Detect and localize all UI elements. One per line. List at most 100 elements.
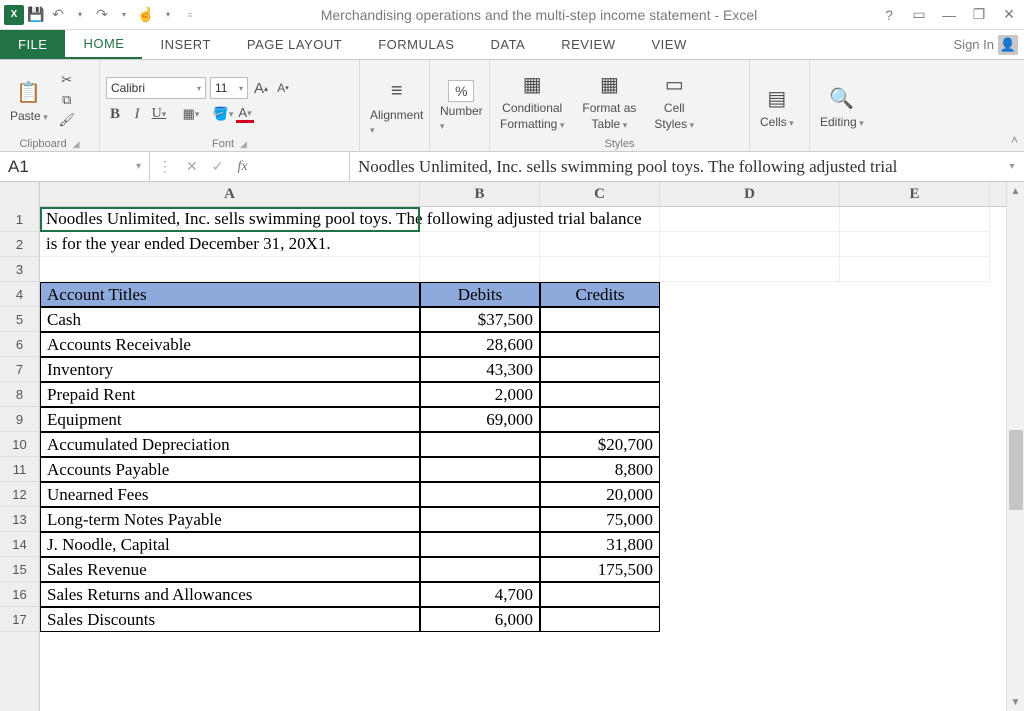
fx-icon[interactable]: fx [237,159,247,175]
td-c[interactable]: 175,500 [540,557,660,582]
font-launcher-icon[interactable]: ◢ [240,139,247,150]
col-header[interactable]: E [840,182,990,206]
td-a[interactable]: Sales Returns and Allowances [40,582,420,607]
th-credits[interactable]: Credits [540,282,660,307]
td-b[interactable] [420,532,540,557]
sign-in[interactable]: Sign In 👤 [948,30,1024,59]
qat-customize-icon[interactable]: ▾ [158,5,178,25]
row-header[interactable]: 7 [0,357,39,382]
formula-text[interactable]: Noodles Unlimited, Inc. sells swimming p… [350,152,1000,181]
tab-formulas[interactable]: FORMULAS [360,30,472,59]
td-a[interactable]: Prepaid Rent [40,382,420,407]
help-button[interactable]: ? [878,4,900,26]
cell[interactable] [660,257,840,282]
restore-button[interactable]: ❐ [968,4,990,26]
font-color-button[interactable]: A [236,105,254,123]
td-a[interactable]: Accounts Payable [40,457,420,482]
row-header[interactable]: 11 [0,457,39,482]
bold-button[interactable]: B [106,105,124,123]
row-header[interactable]: 10 [0,432,39,457]
td-a[interactable]: Sales Discounts [40,607,420,632]
td-b[interactable]: 28,600 [420,332,540,357]
cut-icon[interactable]: ✂ [58,71,76,89]
col-header[interactable]: B [420,182,540,206]
td-c[interactable] [540,607,660,632]
scroll-down-icon[interactable]: ▼ [1007,693,1024,711]
vertical-scrollbar[interactable]: ▲ ▼ [1006,182,1024,711]
td-c[interactable]: $20,700 [540,432,660,457]
td-a[interactable]: Unearned Fees [40,482,420,507]
tab-review[interactable]: REVIEW [543,30,633,59]
td-c[interactable] [540,357,660,382]
th-account-titles[interactable]: Account Titles [40,282,420,307]
tab-insert[interactable]: INSERT [142,30,228,59]
undo-menu-icon[interactable]: ▾ [70,5,90,25]
enter-formula-icon[interactable]: ✓ [212,158,224,175]
fill-color-button[interactable]: 🪣 [214,105,232,123]
cell[interactable] [840,207,990,232]
close-button[interactable]: ✕ [998,4,1020,26]
alignment-button[interactable]: ≡ Alignment [366,76,427,136]
cell-A2[interactable]: is for the year ended December 31, 20X1. [40,232,420,257]
formula-handle-icon[interactable]: ⋮ [158,158,172,175]
td-a[interactable]: Accumulated Depreciation [40,432,420,457]
td-b[interactable]: 6,000 [420,607,540,632]
scroll-up-icon[interactable]: ▲ [1007,182,1024,200]
td-c[interactable]: 20,000 [540,482,660,507]
td-c[interactable] [540,407,660,432]
row-header[interactable]: 14 [0,532,39,557]
paste-button[interactable]: 📋 Paste [6,77,52,123]
borders-button[interactable]: ▦ [182,105,200,123]
row-header[interactable]: 4 [0,282,39,307]
td-c[interactable] [540,307,660,332]
name-box[interactable]: A1 ▾ [0,152,150,181]
tab-home[interactable]: HOME [65,30,142,59]
row-header[interactable]: 9 [0,407,39,432]
ribbon-display-button[interactable]: ▭ [908,4,930,26]
scroll-thumb[interactable] [1009,430,1023,510]
row-header[interactable]: 13 [0,507,39,532]
td-a[interactable]: Long-term Notes Payable [40,507,420,532]
minimize-button[interactable]: — [938,4,960,26]
cell[interactable] [840,232,990,257]
td-a[interactable]: Accounts Receivable [40,332,420,357]
cell-A1[interactable]: Noodles Unlimited, Inc. sells swimming p… [40,207,420,232]
td-a[interactable]: Sales Revenue [40,557,420,582]
decrease-font-icon[interactable]: A▾ [274,79,292,97]
number-button[interactable]: % Number [436,80,487,132]
cancel-formula-icon[interactable]: ✕ [186,158,198,175]
grid[interactable]: A B C D E Noodles Unlimited, Inc. sells … [40,182,1006,711]
td-c[interactable]: 8,800 [540,457,660,482]
td-b[interactable] [420,432,540,457]
td-c[interactable]: 31,800 [540,532,660,557]
save-icon[interactable]: 💾 [26,5,46,25]
cell[interactable] [660,232,840,257]
col-header[interactable]: D [660,182,840,206]
cell[interactable] [540,257,660,282]
cell[interactable] [660,207,840,232]
format-painter-icon[interactable]: 🖌 [58,111,76,129]
row-header[interactable]: 2 [0,232,39,257]
col-header[interactable]: A [40,182,420,206]
cell[interactable] [420,257,540,282]
row-header[interactable]: 5 [0,307,39,332]
cell[interactable] [420,232,540,257]
row-header[interactable]: 17 [0,607,39,632]
cell[interactable] [540,232,660,257]
name-box-dropdown-icon[interactable]: ▾ [136,161,141,172]
cell[interactable] [840,257,990,282]
tab-file[interactable]: FILE [0,30,65,59]
td-b[interactable]: 4,700 [420,582,540,607]
increase-font-icon[interactable]: A▴ [252,79,270,97]
tab-view[interactable]: VIEW [634,30,705,59]
row-header[interactable]: 8 [0,382,39,407]
clipboard-launcher-icon[interactable]: ◢ [73,139,80,150]
conditional-formatting-button[interactable]: ▦ Conditional Formatting [496,69,568,131]
td-c[interactable] [540,582,660,607]
font-name-select[interactable]: Calibri▾ [106,77,206,99]
underline-button[interactable]: U [150,105,168,123]
td-b[interactable] [420,507,540,532]
collapse-ribbon-icon[interactable]: ˄ [1011,133,1018,147]
td-b[interactable]: $37,500 [420,307,540,332]
copy-icon[interactable]: ⧉ [58,91,76,109]
